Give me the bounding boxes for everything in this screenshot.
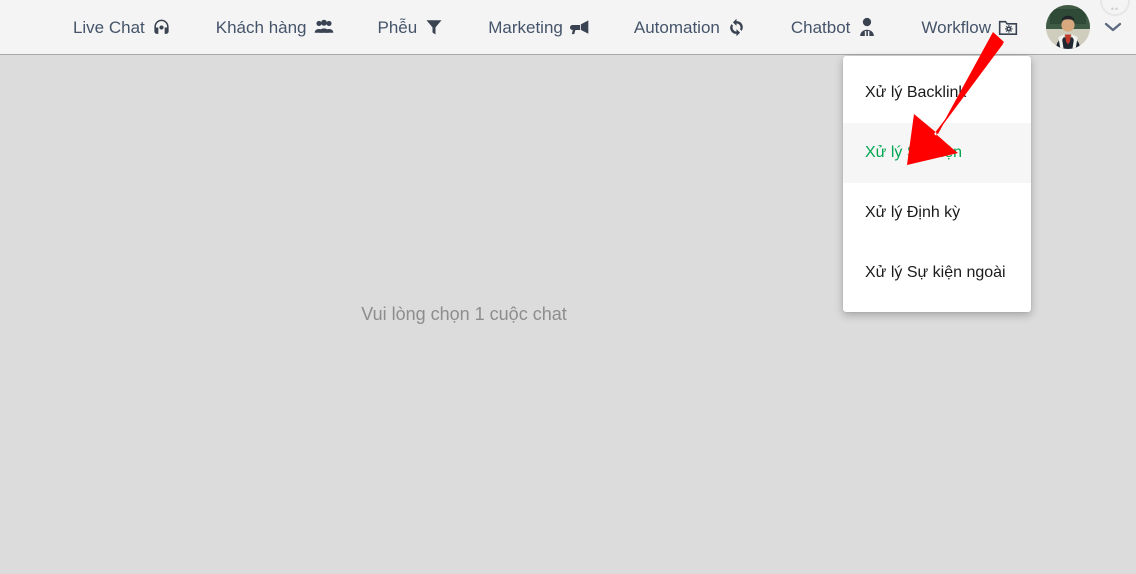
nav-item-pheu[interactable]: Phễu	[356, 0, 467, 54]
nav-item-chatbot[interactable]: Chatbot	[769, 0, 900, 54]
nav-item-marketing[interactable]: Marketing	[466, 0, 612, 54]
folder-gear-icon	[998, 17, 1018, 37]
nav-item-label: Automation	[633, 17, 720, 37]
robot-icon	[857, 17, 877, 37]
users-icon	[314, 17, 334, 37]
chevron-down-icon[interactable]	[1103, 17, 1123, 37]
headset-icon	[152, 17, 172, 37]
nav-item-label: Chatbot	[790, 17, 851, 37]
menu-item-xu-ly-su-kien-ngoai[interactable]: Xử lý Sự kiện ngoài	[843, 243, 1031, 303]
top-navigation-bar: Live Chat Khách hàng Phễu Marketing Auto…	[0, 0, 1136, 55]
nav-item-label: Khách hàng	[215, 17, 307, 37]
sync-icon	[727, 17, 747, 37]
corner-badge-dots: ••	[1110, 4, 1120, 14]
nav-item-label: Live Chat	[72, 17, 145, 37]
menu-item-xu-ly-dinh-ky[interactable]: Xử lý Định kỳ	[843, 183, 1031, 243]
megaphone-icon	[569, 17, 590, 37]
menu-item-xu-ly-su-kien[interactable]: Xử lý Sự kiện	[843, 123, 1031, 183]
funnel-icon	[424, 17, 444, 37]
empty-state-message: Vui lòng chọn 1 cuộc chat	[361, 304, 567, 324]
nav-item-live-chat[interactable]: Live Chat	[51, 0, 194, 54]
nav-item-label: Phễu	[377, 17, 418, 37]
nav-item-label: Marketing	[488, 17, 563, 37]
avatar[interactable]	[1046, 5, 1090, 49]
menu-item-xu-ly-backlink[interactable]: Xử lý Backlink	[843, 63, 1031, 123]
nav-item-workflow[interactable]: Workflow	[899, 0, 1040, 54]
corner-badge-icon[interactable]: ••	[1100, 0, 1130, 16]
nav-item-automation[interactable]: Automation	[612, 0, 769, 54]
workflow-dropdown-menu: Xử lý Backlink Xử lý Sự kiện Xử lý Định …	[843, 56, 1031, 312]
nav-item-label: Workflow	[921, 17, 991, 37]
nav-item-khach-hang[interactable]: Khách hàng	[194, 0, 356, 54]
